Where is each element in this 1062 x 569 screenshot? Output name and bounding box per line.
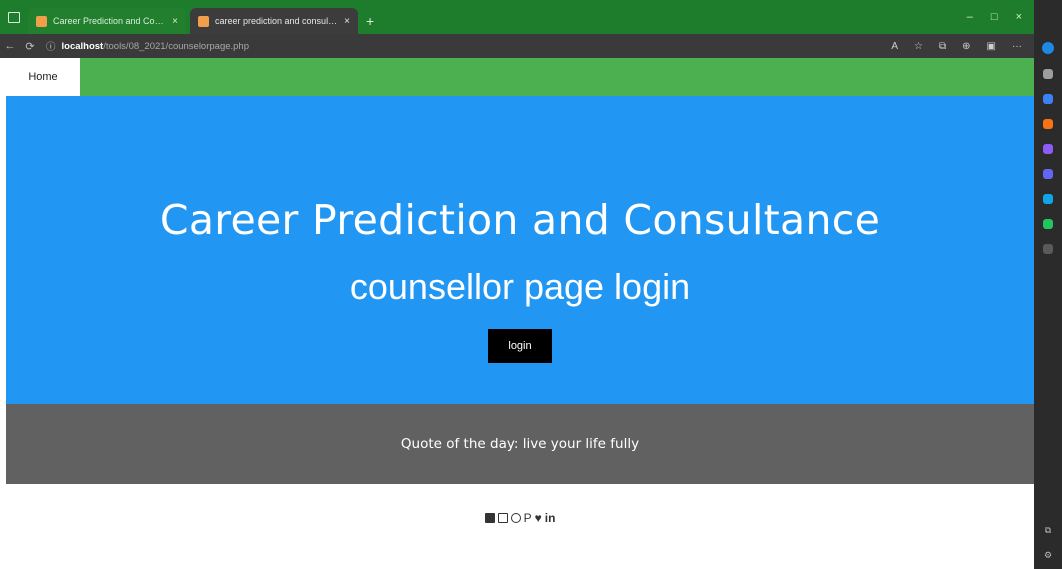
- collections-icon[interactable]: ▣: [987, 41, 996, 52]
- tag-icon[interactable]: [1043, 94, 1053, 104]
- favorite-star-icon[interactable]: ☆: [914, 41, 923, 52]
- url-path: /tools/08_2021/counselorpage.php: [103, 40, 250, 52]
- web-page: Home Career Prediction and Consultance c…: [6, 58, 1034, 569]
- window-menu-icon[interactable]: [0, 0, 28, 34]
- favicon-icon: [198, 15, 209, 27]
- new-tab-button[interactable]: +: [362, 8, 378, 34]
- address-bar-icons: A ☆ ⧉ ⊕ ▣ ···: [891, 41, 1034, 52]
- login-button[interactable]: login: [488, 329, 552, 363]
- window-controls: – □ ×: [967, 0, 1034, 34]
- page-title: Career Prediction and Consultance: [159, 196, 881, 244]
- maximize-button[interactable]: □: [991, 11, 998, 23]
- minimize-button[interactable]: –: [967, 11, 973, 23]
- instagram-icon[interactable]: [497, 513, 508, 523]
- read-aloud-icon[interactable]: A: [891, 41, 898, 52]
- tab-counsellor-page[interactable]: career prediction and consultanc ×: [190, 8, 358, 34]
- split-screen-icon[interactable]: ⧉: [939, 41, 946, 52]
- tab-close-icon[interactable]: ×: [172, 16, 178, 27]
- search-icon[interactable]: [1043, 69, 1053, 79]
- tab-close-icon[interactable]: ×: [344, 16, 350, 27]
- office-icon[interactable]: [1043, 119, 1053, 129]
- close-window-button[interactable]: ×: [1016, 11, 1022, 23]
- tools-icon[interactable]: [1043, 194, 1053, 204]
- url-host: localhost: [61, 40, 104, 52]
- hero-section: Career Prediction and Consultance counse…: [6, 96, 1034, 404]
- twitter-icon[interactable]: ♥: [535, 511, 542, 525]
- sidebar-split-icon[interactable]: ⧉: [1045, 525, 1051, 536]
- pinterest-icon[interactable]: P: [524, 511, 532, 525]
- favicon-icon: [36, 15, 47, 27]
- more-menu-icon[interactable]: ···: [1012, 41, 1022, 52]
- nav-home-link[interactable]: Home: [6, 58, 80, 96]
- page-subtitle: counsellor page login: [349, 266, 691, 307]
- back-button[interactable]: ←: [0, 40, 20, 52]
- top-navigation: Home: [6, 58, 1034, 96]
- address-bar: ← ⟳ ⓘ localhost/tools/08_2021/counselorp…: [0, 34, 1034, 58]
- snapchat-icon[interactable]: [510, 513, 521, 523]
- browser-sidebar: ⧉ ⚙: [1034, 0, 1062, 569]
- drop-icon[interactable]: [1043, 219, 1053, 229]
- reload-button[interactable]: ⟳: [20, 40, 40, 53]
- tab-title: Career Prediction and Consultance: [53, 16, 166, 26]
- plus-icon[interactable]: [1043, 244, 1053, 254]
- tab-bar: Career Prediction and Consultance × care…: [0, 0, 1034, 34]
- bing-icon[interactable]: [1042, 42, 1054, 54]
- outlook-icon[interactable]: [1043, 144, 1053, 154]
- quote-of-the-day: Quote of the day: live your life fully: [6, 404, 1034, 484]
- tab-title: career prediction and consultanc: [215, 16, 339, 26]
- sidebar-settings-icon[interactable]: ⚙: [1044, 550, 1052, 561]
- linkedin-icon[interactable]: in: [545, 511, 556, 525]
- tab-career-prediction[interactable]: Career Prediction and Consultance ×: [28, 8, 186, 34]
- facebook-icon[interactable]: [484, 513, 495, 523]
- games-icon[interactable]: [1043, 169, 1053, 179]
- url-field[interactable]: ⓘ localhost/tools/08_2021/counselorpage.…: [46, 37, 566, 55]
- social-links: P ♥ in: [6, 511, 1034, 525]
- favorites-icon[interactable]: ⊕: [962, 41, 970, 52]
- site-info-icon[interactable]: ⓘ: [46, 39, 56, 53]
